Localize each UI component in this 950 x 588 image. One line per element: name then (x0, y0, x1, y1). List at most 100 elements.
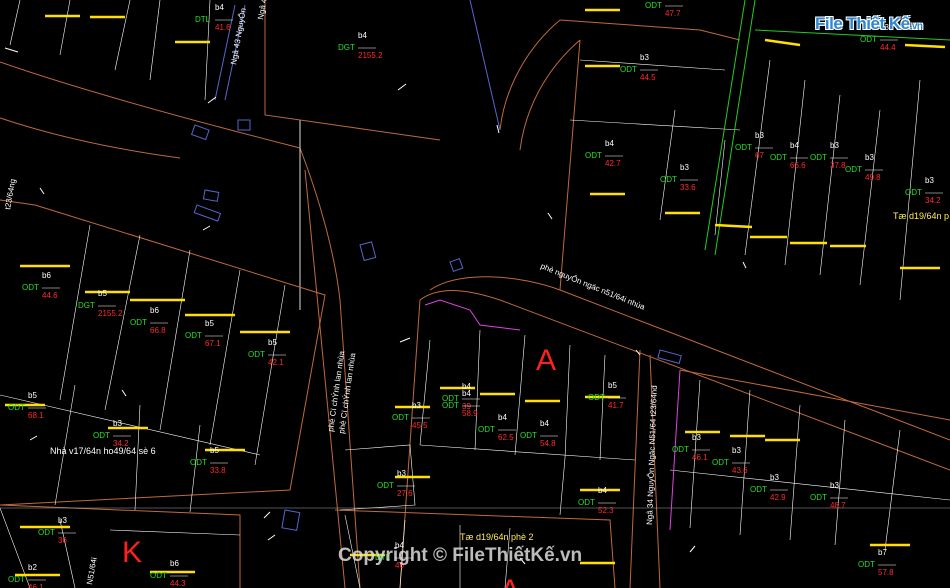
parcel-area: 45.5 (412, 421, 428, 430)
parcel-annotation[interactable]: b5ODT67.1 (185, 319, 223, 348)
parcel-annotation[interactable]: b3ODT34.2 (93, 419, 131, 448)
parcel-land-code: ODT (735, 143, 752, 152)
parcel-area: 62.5 (498, 433, 514, 442)
parcel-land-code: ODT (38, 528, 55, 537)
parcel-annotation[interactable]: b6ODT44.6 (22, 271, 60, 300)
parcel-land-code: ODT (858, 560, 875, 569)
parcel-area: 58.9 (462, 409, 478, 418)
parcel-land-code: ODT (845, 165, 862, 174)
parcel-area: 42.1 (268, 358, 284, 367)
parcel-annotation[interactable]: b5ODT41.7 (588, 381, 626, 410)
parcel-area: 49.8 (865, 173, 881, 182)
parcel-annotation[interactable]: b7ODT57.8 (858, 548, 896, 577)
parcel-annotation[interactable]: b3ODT67 (735, 131, 773, 160)
parcel-block-label: b3 (58, 516, 67, 525)
parcel-annotation[interactable]: b4ODT66.6 (770, 141, 808, 170)
parcel-annotation[interactable]: b4 DTL 41.6 (195, 3, 233, 32)
parcel-block-label: b4 (358, 31, 367, 40)
parcel-land-code: ODT (442, 401, 459, 410)
parcel-area: 66.8 (150, 326, 166, 335)
parcel-block-label: b6 (42, 271, 51, 280)
parcel-annotation[interactable]: b4ODT42.7 (585, 139, 623, 168)
parcel-annotation[interactable]: b4ODT62.5 (478, 413, 516, 442)
parcel-land-code: ODT (478, 425, 495, 434)
parcel-land-code: ODT (8, 575, 25, 584)
parcel-land-code: ODT (810, 153, 827, 162)
parcel-land-code: ODT (750, 485, 767, 494)
parcel-land-code: ODT (905, 188, 922, 197)
parcel-block-label: b6 (150, 306, 159, 315)
parcel-area: 46.1 (28, 583, 44, 588)
parcel-block-label: b4 (605, 139, 614, 148)
yellow-symbols (5, 8, 946, 577)
parcel-annotation[interactable]: b5DGT2155.2 (78, 289, 123, 318)
parcel-land-code: ODT (248, 350, 265, 359)
parcel-land-code: ODT (770, 153, 787, 162)
note-1: Nhà v17/64n ho49/64 sè 6 (50, 446, 156, 456)
parcel-area: 42.9 (770, 493, 786, 502)
parcel-annotation[interactable]: b6ODT66.8 (130, 306, 168, 335)
parcel-area: 46.1 (692, 453, 708, 462)
parcel-block-label: b4 (498, 413, 507, 422)
parcel-area: 47.7 (665, 9, 681, 18)
parcel-area: 42.7 (605, 159, 621, 168)
parcel-land-code: ODT (620, 65, 637, 74)
parcel-land-code: ODT (130, 318, 147, 327)
parcel-annotation[interactable]: b4ODT54.8 (520, 419, 558, 448)
parcel-area: 48.7 (830, 501, 846, 510)
parcel-block-label: b3 (732, 446, 741, 455)
parcel-annotation[interactable]: b3ODT36 (38, 516, 76, 545)
parcel-land-code: ODT (190, 458, 207, 467)
parcel-annotations: b4DTL41.6b4ODT42.7b3ODT33.6b3ODT44.5b5OD… (8, 0, 943, 588)
parcel-annotation[interactable]: b5ODT47.7 (645, 0, 683, 18)
road-label-8: Ngâ 4 (256, 0, 269, 20)
parcel-land-code: ODT (660, 175, 677, 184)
cad-viewport[interactable]: phè nguyÔn ngäc n51/64i nhùa Ngâ 43 Nguy… (0, 0, 950, 588)
parcel-block-label: b3 (640, 53, 649, 62)
parcel-annotation[interactable]: b6ODT44.3 (150, 559, 188, 588)
parcel-annotation[interactable]: b3ODT43.6 (712, 446, 750, 475)
parcel-annotation[interactable]: b3ODT27.6 (377, 469, 415, 498)
parcel-land-code: ODT (585, 151, 602, 160)
parcel-area: 44.3 (170, 579, 186, 588)
parcel-block-label: b6 (170, 559, 179, 568)
parcel-land-code: ODT (810, 493, 827, 502)
parcel-area: 37.8 (830, 161, 846, 170)
parcel-block-label: b4 (540, 419, 549, 428)
logo-suffix: .vn (909, 21, 923, 32)
parcel-area: 41.6 (215, 23, 231, 32)
road-label-7: t23/64ng (3, 178, 17, 210)
parcel-annotation[interactable]: b3ODT46.1 (672, 433, 710, 462)
parcel-area: 44.4 (880, 43, 896, 52)
parcel-annotation[interactable]: b3ODT37.8 (810, 141, 848, 170)
parcel-land-code: ODT (377, 481, 394, 490)
parcel-land-code: ODT (93, 431, 110, 440)
parcel-annotation[interactable]: b3ODT33.6 (660, 163, 698, 192)
parcel-area: 54.8 (540, 439, 556, 448)
road-label-1: phè nguyÔn ngäc n51/64i nhùa (539, 262, 646, 312)
parcel-area: 52.3 (598, 506, 614, 515)
parcel-annotation[interactable]: b5ODT42.1 (248, 338, 286, 367)
road-label-2: Ngâ 43 NguyÔn (229, 7, 248, 65)
parcel-land-code: ODT (185, 331, 202, 340)
logo-main: File Thiết Kế (815, 14, 910, 33)
parcel-area: 43.6 (732, 466, 748, 475)
parcel-block-label: b3 (113, 419, 122, 428)
parcel-annotation[interactable]: b3ODT42.9 (750, 473, 788, 502)
parcel-land-code: ODT (588, 393, 605, 402)
parcel-annotation[interactable]: b4DGT2155.2 (338, 31, 383, 60)
parcel-area: 33.6 (680, 183, 696, 192)
parcel-block-label: b3 (925, 176, 934, 185)
parcel-area: 67 (755, 151, 764, 160)
parcel-annotation[interactable]: b3ODT44.5 (620, 53, 658, 82)
brand-logo-text: File Thiết Kế.vn (815, 14, 923, 34)
parcel-block-label: b3 (692, 433, 701, 442)
parcel-land-code: ODT (8, 403, 25, 412)
parcel-land-code: ODT (520, 431, 537, 440)
parcel-annotation[interactable]: b3ODT49.8 (845, 153, 883, 182)
parcel-area: 27.6 (397, 489, 413, 498)
parcel-land-code: DTL (195, 15, 211, 24)
parcel-block-label: b3 (755, 131, 764, 140)
road-label-6: N51/64i (85, 556, 99, 585)
parcel-land-code: ODT (150, 571, 167, 580)
